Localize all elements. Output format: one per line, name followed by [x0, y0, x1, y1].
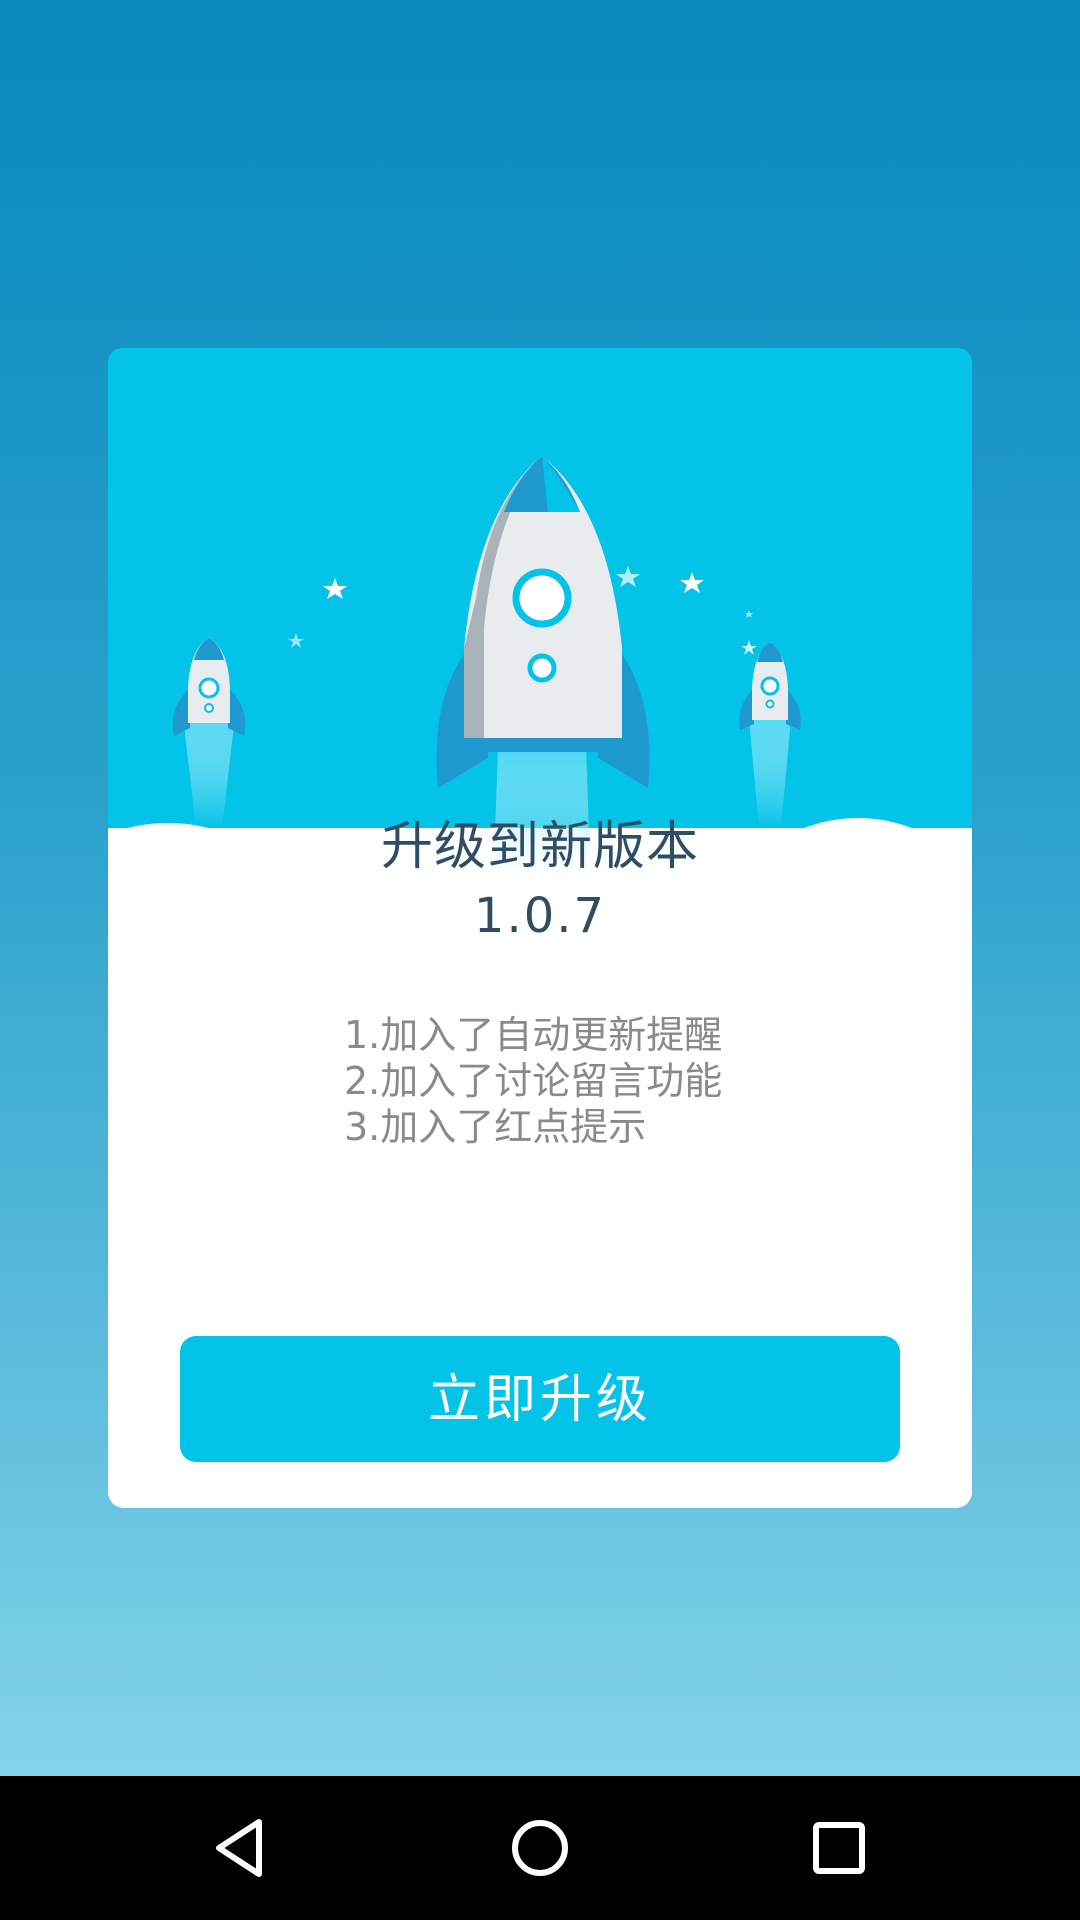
release-note-item: 2.加入了讨论留言功能	[344, 1059, 723, 1103]
back-triangle-icon[interactable]	[205, 1812, 277, 1884]
recent-square-icon[interactable]	[803, 1812, 875, 1884]
release-notes: 1.加入了自动更新提醒 2.加入了讨论留言功能 3.加入了红点提示	[344, 1012, 864, 1150]
upgrade-dialog: 升级到新版本 1.0.7 1.加入了自动更新提醒 2.加入了讨论留言功能 3.加…	[108, 348, 972, 1508]
app-screen: 升级到新版本 1.0.7 1.加入了自动更新提醒 2.加入了讨论留言功能 3.加…	[0, 0, 1080, 1920]
system-nav-bar	[0, 1776, 1080, 1920]
release-note-item: 3.加入了红点提示	[344, 1105, 647, 1149]
version-number: 1.0.7	[473, 888, 607, 944]
dialog-title: 升级到新版本	[380, 817, 699, 877]
upgrade-now-button[interactable]: 立即升级	[180, 1336, 900, 1462]
release-note-item: 1.加入了自动更新提醒	[344, 1013, 723, 1057]
home-circle-icon[interactable]	[504, 1812, 576, 1884]
